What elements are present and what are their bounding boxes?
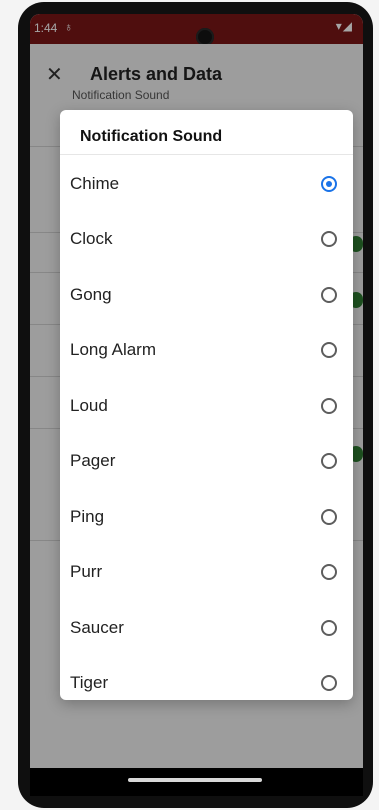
option-label: Purr: [70, 561, 103, 581]
option-label: Loud: [70, 395, 108, 415]
option-label: Chime: [70, 173, 120, 193]
option-ping[interactable]: Ping: [60, 489, 353, 544]
home-gesture-handle[interactable]: [128, 778, 262, 782]
device-screen: 1:44 ♁ ▾◢ ✕ Alerts and Data Notification…: [30, 14, 363, 796]
option-gong[interactable]: Gong: [60, 267, 353, 322]
radio-icon[interactable]: [321, 452, 337, 469]
option-label: Ping: [70, 506, 105, 526]
radio-icon[interactable]: [321, 286, 337, 303]
option-clock[interactable]: Clock: [60, 211, 353, 266]
option-label: Clock: [70, 228, 113, 248]
option-long-alarm[interactable]: Long Alarm: [60, 322, 353, 377]
option-label: Tiger: [70, 672, 109, 692]
option-label: Gong: [70, 284, 112, 304]
option-label: Long Alarm: [70, 339, 156, 359]
radio-icon[interactable]: [321, 508, 337, 525]
option-saucer[interactable]: Saucer: [60, 600, 353, 655]
dialog-title: Notification Sound: [80, 128, 223, 145]
option-loud[interactable]: Loud: [60, 378, 353, 433]
navigation-bar: [30, 768, 363, 796]
option-label: Pager: [70, 450, 116, 470]
option-pager[interactable]: Pager: [60, 433, 353, 488]
option-purr[interactable]: Purr: [60, 544, 353, 599]
radio-selected-icon[interactable]: [321, 175, 337, 192]
dialog-divider: [60, 154, 353, 155]
option-tiger[interactable]: Tiger: [60, 655, 353, 700]
notification-sound-dialog: Notification Sound Chime Clock Gong Long…: [60, 110, 353, 700]
radio-icon[interactable]: [321, 230, 337, 247]
radio-icon[interactable]: [321, 619, 337, 636]
radio-icon[interactable]: [321, 341, 337, 358]
radio-icon[interactable]: [321, 674, 337, 691]
option-label: Saucer: [70, 617, 124, 637]
radio-icon[interactable]: [321, 563, 337, 580]
option-chime[interactable]: Chime: [60, 156, 353, 211]
radio-icon[interactable]: [321, 397, 337, 414]
